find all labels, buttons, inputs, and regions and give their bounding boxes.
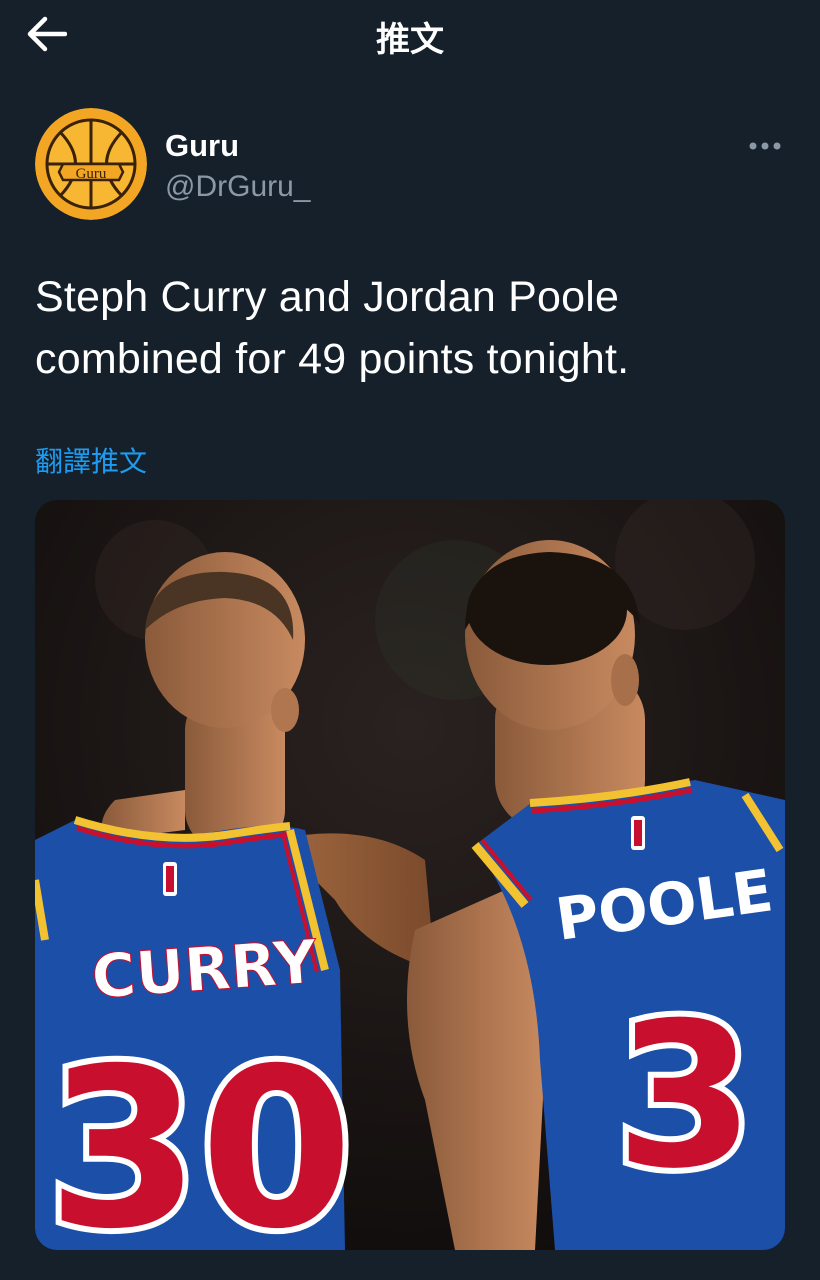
avatar[interactable]: Guru <box>35 108 147 220</box>
tweet-author: Guru Guru @DrGuru_ <box>35 108 785 222</box>
more-dots-icon <box>749 142 781 150</box>
right-jersey-number: 3 <box>615 980 754 1213</box>
players-photo: CURRY 30 POOLE 3 <box>35 500 785 1250</box>
more-button[interactable] <box>745 134 785 158</box>
left-jersey-number: 30 <box>47 1021 353 1250</box>
tweet-text-line-1: Steph Curry and Jordan Poole <box>35 273 620 321</box>
author-name[interactable]: Guru <box>165 128 239 164</box>
author-handle[interactable]: @DrGuru_ <box>165 170 311 204</box>
tweet-text-line-2: combined for 49 points tonight. <box>35 335 630 383</box>
top-bar: 推文 <box>0 0 820 70</box>
avatar-text: Guru <box>76 166 107 182</box>
basketball-logo-icon: Guru <box>35 108 147 220</box>
translate-tweet-link[interactable]: 翻譯推文 <box>35 440 147 480</box>
page-title: 推文 <box>376 20 444 60</box>
tweet-media-image[interactable]: CURRY 30 POOLE 3 <box>35 500 785 1250</box>
tweet-text: Steph Curry and Jordan Poole combined fo… <box>35 266 785 390</box>
